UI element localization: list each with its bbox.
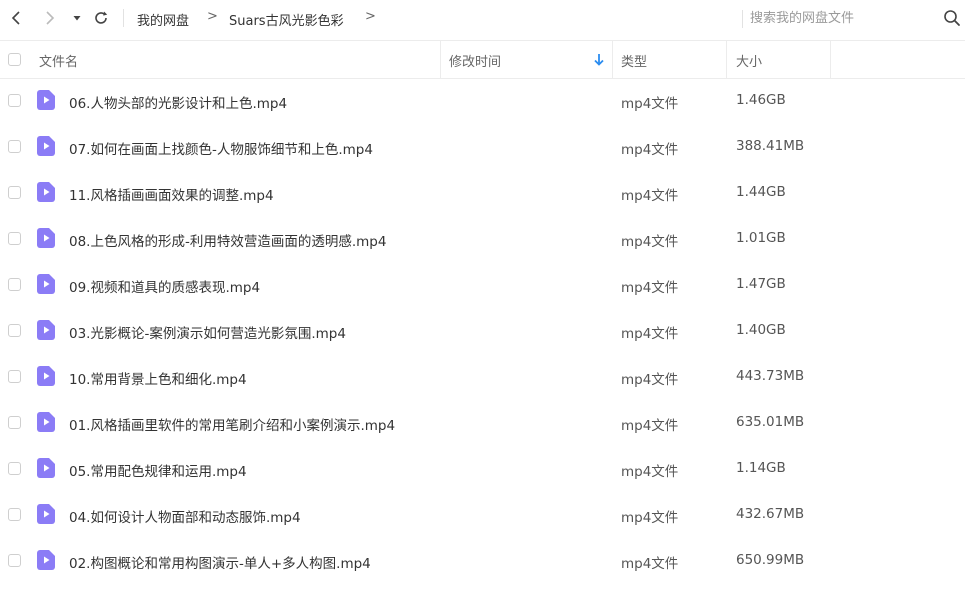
row-checkbox[interactable] [8,232,21,245]
file-size: 1.47GB [736,276,786,292]
arrow-down-icon[interactable] [593,53,605,67]
top-bar: 我的网盘 > Suars古风光影色彩 > [0,0,965,38]
file-type: mp4文件 [621,510,679,526]
file-type: mp4文件 [621,188,679,204]
video-file-icon [37,550,55,570]
select-all-checkbox[interactable] [8,53,21,66]
chevron-right-icon [46,11,55,25]
file-type: mp4文件 [621,96,679,112]
file-row[interactable]: 04.如何设计人物面部和动态服饰.mp4 mp4文件 432.67MB [0,491,965,537]
video-file-icon [37,228,55,248]
file-row[interactable]: 05.常用配色规律和运用.mp4 mp4文件 1.14GB [0,445,965,491]
column-divider[interactable] [612,41,613,78]
file-size: 1.01GB [736,230,786,246]
row-checkbox[interactable] [8,462,21,475]
file-name[interactable]: 08.上色风格的形成-利用特效营造画面的透明感.mp4 [69,230,386,250]
refresh-icon [95,11,108,24]
video-file-icon [37,412,55,432]
file-type: mp4文件 [621,234,679,250]
toolbar-divider [123,9,124,27]
chevron-left-icon [11,11,20,25]
file-size: 432.67MB [736,506,805,522]
file-name[interactable]: 06.人物头部的光影设计和上色.mp4 [69,92,287,112]
file-row[interactable]: 11.风格插画画面效果的调整.mp4 mp4文件 1.44GB [0,169,965,215]
refresh-button[interactable] [91,8,111,28]
video-file-icon [37,504,55,524]
file-row[interactable]: 02.构图概论和常用构图演示-单人+多人构图.mp4 mp4文件 650.99M… [0,537,965,583]
breadcrumb-separator: > [207,9,218,24]
row-checkbox[interactable] [8,278,21,291]
search-input[interactable] [750,8,930,28]
column-header-type[interactable]: 类型 [621,51,647,70]
file-name[interactable]: 05.常用配色规律和运用.mp4 [69,460,247,480]
back-button[interactable] [6,8,26,28]
row-checkbox[interactable] [8,140,21,153]
file-type: mp4文件 [621,556,679,572]
column-divider[interactable] [440,41,441,78]
file-row[interactable]: 08.上色风格的形成-利用特效营造画面的透明感.mp4 mp4文件 1.01GB [0,215,965,261]
breadcrumb-separator[interactable]: > [365,9,376,24]
file-name[interactable]: 07.如何在画面上找颜色-人物服饰细节和上色.mp4 [69,138,373,158]
file-name[interactable]: 03.光影概论-案例演示如何营造光影氛围.mp4 [69,322,346,342]
file-type: mp4文件 [621,464,679,480]
file-name[interactable]: 09.视频和道具的质感表现.mp4 [69,276,260,296]
file-list-header: 文件名 修改时间 类型 大小 [0,40,965,79]
file-type: mp4文件 [621,418,679,434]
column-header-name[interactable]: 文件名 [39,51,78,70]
video-file-icon [37,366,55,386]
file-size: 1.46GB [736,92,786,108]
file-row[interactable]: 10.常用背景上色和细化.mp4 mp4文件 443.73MB [0,353,965,399]
file-type: mp4文件 [621,372,679,388]
search-icon[interactable] [943,9,961,27]
file-name[interactable]: 10.常用背景上色和细化.mp4 [69,368,247,388]
file-row[interactable]: 01.风格插画里软件的常用笔刷介绍和小案例演示.mp4 mp4文件 635.01… [0,399,965,445]
file-name[interactable]: 01.风格插画里软件的常用笔刷介绍和小案例演示.mp4 [69,414,395,434]
file-name[interactable]: 11.风格插画画面效果的调整.mp4 [69,184,274,204]
file-size: 1.40GB [736,322,786,338]
file-row[interactable]: 09.视频和道具的质感表现.mp4 mp4文件 1.47GB [0,261,965,307]
forward-button[interactable] [40,8,60,28]
column-header-modified[interactable]: 修改时间 [449,51,501,70]
video-file-icon [37,136,55,156]
row-checkbox[interactable] [8,324,21,337]
file-row[interactable]: 07.如何在画面上找颜色-人物服饰细节和上色.mp4 mp4文件 388.41M… [0,123,965,169]
search-box [742,4,963,32]
row-checkbox[interactable] [8,416,21,429]
file-size: 1.14GB [736,460,786,476]
video-file-icon [37,274,55,294]
file-name[interactable]: 02.构图概论和常用构图演示-单人+多人构图.mp4 [69,552,371,572]
file-name[interactable]: 04.如何设计人物面部和动态服饰.mp4 [69,506,301,526]
file-size: 443.73MB [736,368,805,384]
file-size: 1.44GB [736,184,786,200]
video-file-icon [37,458,55,478]
row-checkbox[interactable] [8,554,21,567]
video-file-icon [37,320,55,340]
caret-down-icon [73,16,81,21]
row-checkbox[interactable] [8,186,21,199]
file-size: 388.41MB [736,138,805,154]
file-row[interactable]: 03.光影概论-案例演示如何营造光影氛围.mp4 mp4文件 1.40GB [0,307,965,353]
row-checkbox[interactable] [8,508,21,521]
search-divider [742,10,743,28]
column-divider[interactable] [726,41,727,78]
file-type: mp4文件 [621,142,679,158]
column-divider[interactable] [830,41,831,78]
file-row[interactable]: 06.人物头部的光影设计和上色.mp4 mp4文件 1.46GB [0,77,965,123]
breadcrumb-root[interactable]: 我的网盘 [137,10,189,29]
video-file-icon [37,90,55,110]
row-checkbox[interactable] [8,94,21,107]
file-size: 635.01MB [736,414,805,430]
column-header-size[interactable]: 大小 [736,51,762,70]
file-type: mp4文件 [621,280,679,296]
history-dropdown-button[interactable] [67,8,87,28]
file-type: mp4文件 [621,326,679,342]
file-size: 650.99MB [736,552,805,568]
row-checkbox[interactable] [8,370,21,383]
breadcrumb-current[interactable]: Suars古风光影色彩 [229,10,344,29]
video-file-icon [37,182,55,202]
